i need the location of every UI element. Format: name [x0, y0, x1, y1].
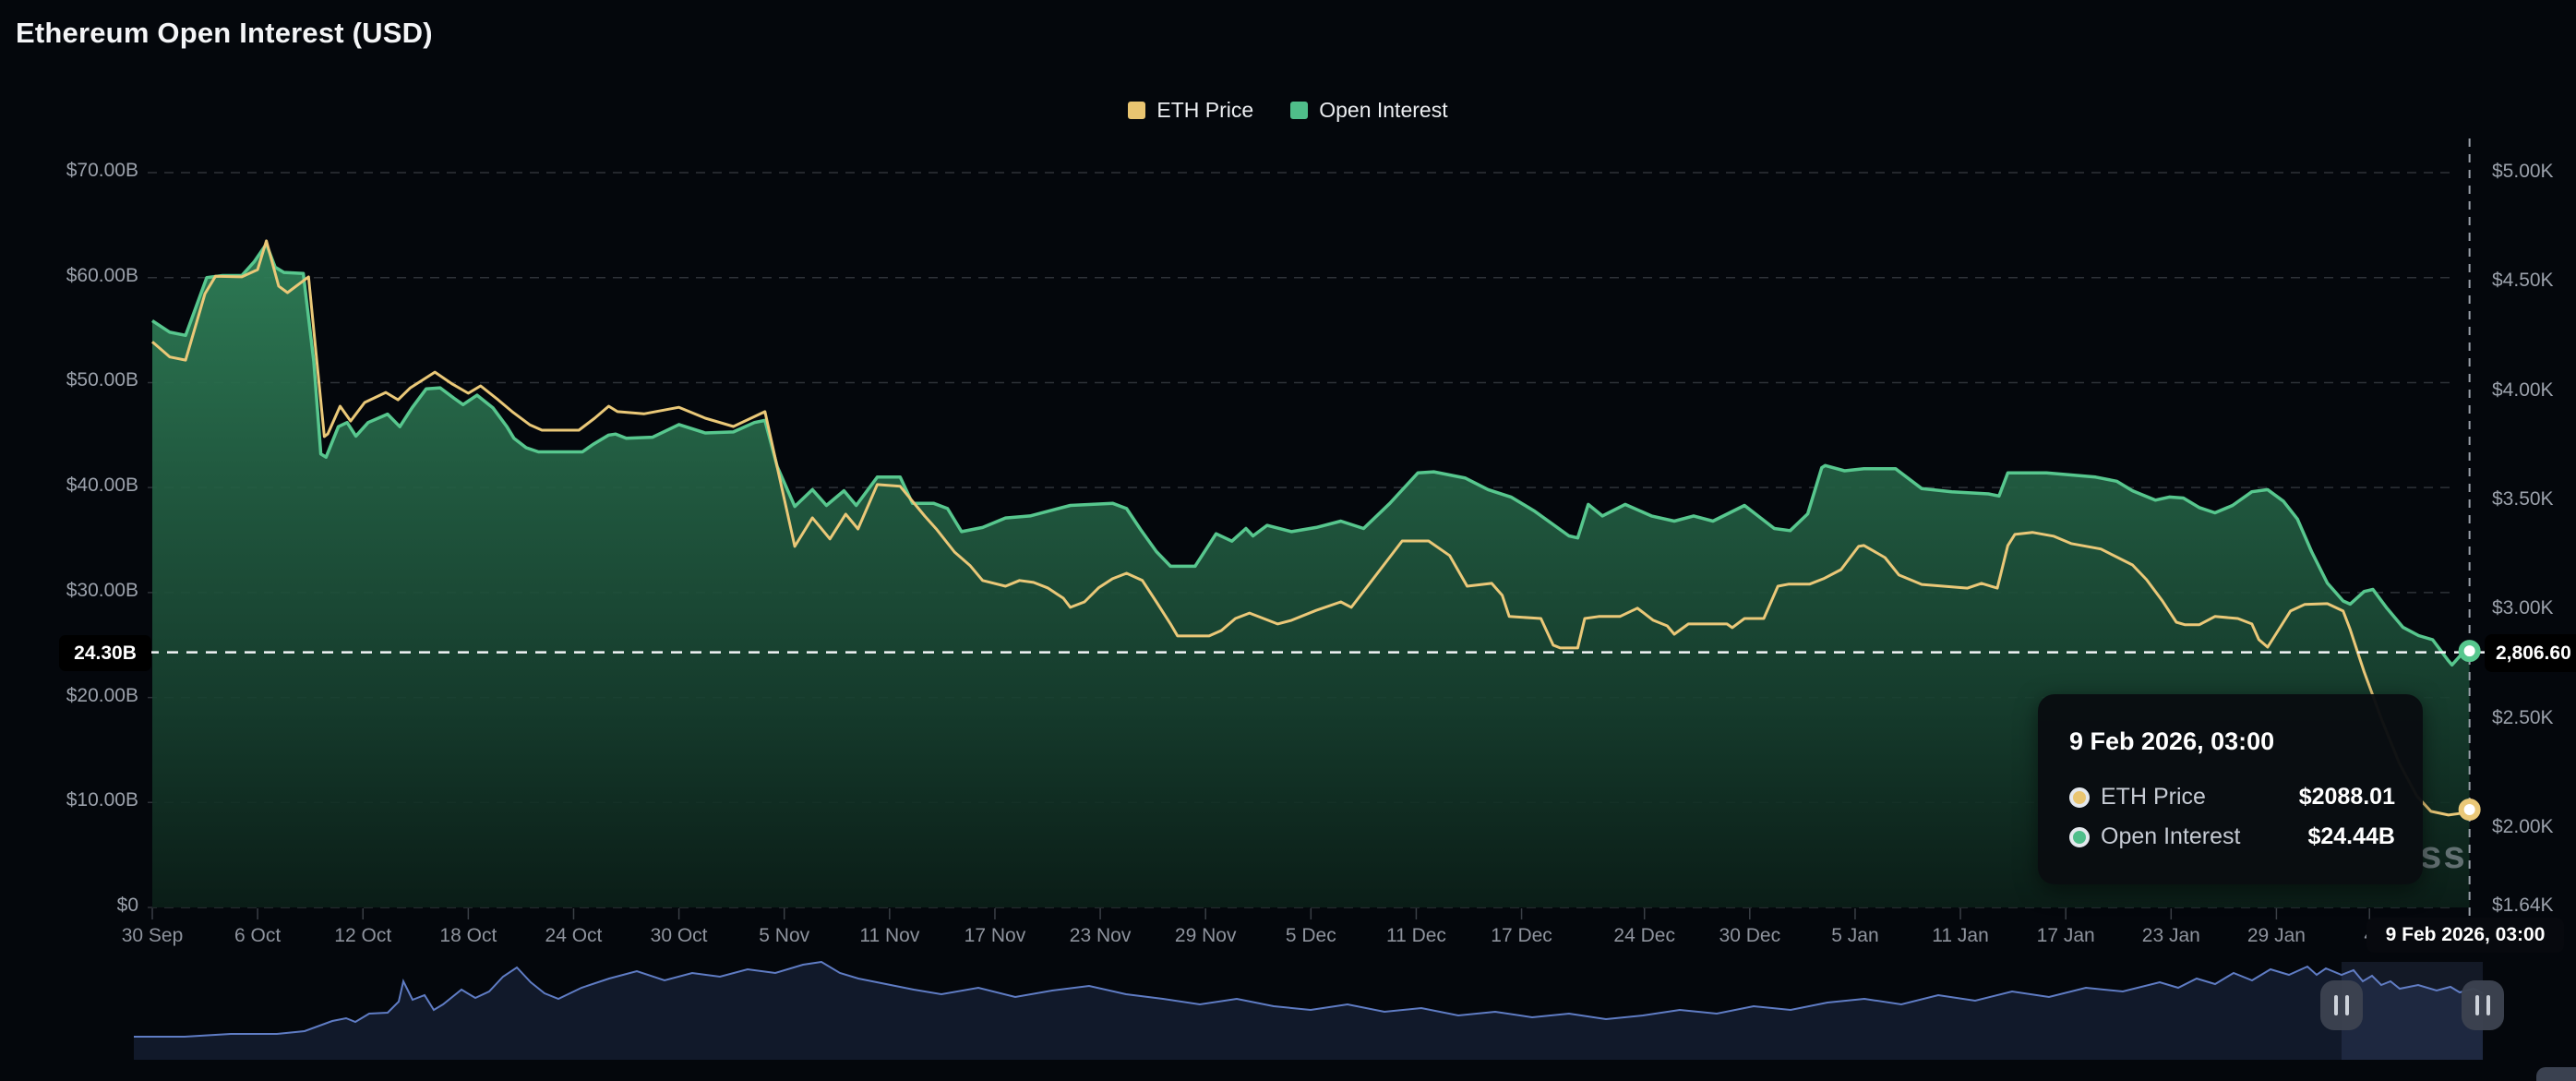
range-navigator[interactable]	[0, 960, 2576, 1081]
left-axis-tick: $20.00B	[18, 685, 138, 707]
corner-button[interactable]	[2536, 1067, 2576, 1081]
tooltip-row-open-interest: Open Interest $24.44B	[2069, 823, 2395, 850]
x-axis-tick: 17 Nov	[965, 925, 1026, 947]
watermark: ss	[2420, 833, 2467, 877]
right-axis-tick: $5.00K	[2492, 161, 2554, 183]
right-axis-tick: $3.50K	[2492, 488, 2554, 510]
tooltip-value-eth-price: $2088.01	[2299, 784, 2395, 811]
left-axis-tick: $70.00B	[18, 160, 138, 182]
x-axis-tick: 17 Jan	[2037, 925, 2095, 947]
eth-price-end-marker	[2462, 801, 2478, 818]
right-axis-tick: $4.50K	[2492, 270, 2554, 292]
tooltip-row-eth-price: ETH Price $2088.01	[2069, 784, 2395, 811]
right-axis-tick: $2.50K	[2492, 707, 2554, 729]
x-axis-tick: 5 Nov	[759, 925, 809, 947]
eth-price-dot-icon	[2069, 787, 2090, 808]
x-axis-tick: 24 Oct	[545, 925, 603, 947]
handle-grip-icon	[2345, 995, 2349, 1015]
crosshair-oi-value-badge: 24.30B	[59, 635, 151, 671]
x-axis-tick: 29 Nov	[1175, 925, 1237, 947]
navigator-left-handle[interactable]	[2320, 980, 2363, 1030]
open-interest-end-marker	[2462, 643, 2478, 659]
tooltip-date: 9 Feb 2026, 03:00	[2069, 727, 2395, 756]
x-axis-tick: 6 Oct	[234, 925, 281, 947]
left-axis-tick: $40.00B	[18, 474, 138, 497]
tooltip: 9 Feb 2026, 03:00 ETH Price $2088.01 Ope…	[2038, 694, 2423, 884]
left-axis-tick: $60.00B	[18, 265, 138, 287]
x-axis-tick: 30 Oct	[651, 925, 708, 947]
x-axis-tick: 23 Nov	[1070, 925, 1132, 947]
x-axis-tick: 23 Jan	[2142, 925, 2200, 947]
x-axis-tick: 17 Dec	[1491, 925, 1552, 947]
x-axis-tick: 30 Sep	[122, 925, 184, 947]
chart-page: Ethereum Open Interest (USD) ETH Price O…	[0, 0, 2576, 1081]
x-axis-tick: 5 Jan	[1831, 925, 1878, 947]
x-axis-tick: 5 Dec	[1286, 925, 1336, 947]
x-axis-tick: 18 Oct	[439, 925, 497, 947]
x-axis-tick: 24 Dec	[1613, 925, 1675, 947]
right-axis-tick: $1.64K	[2492, 895, 2554, 917]
crosshair-price-value-badge: 2,806.60	[2485, 634, 2576, 672]
tooltip-label-open-interest: Open Interest	[2101, 823, 2240, 850]
left-axis-tick: $50.00B	[18, 369, 138, 391]
x-axis-tick: 30 Dec	[1719, 925, 1781, 947]
tooltip-value-open-interest: $24.44B	[2307, 823, 2395, 850]
tooltip-label-eth-price: ETH Price	[2101, 784, 2206, 811]
handle-grip-icon	[2486, 995, 2490, 1015]
navigator-area	[134, 962, 2483, 1060]
left-axis-tick: $10.00B	[18, 789, 138, 811]
handle-grip-icon	[2475, 995, 2479, 1015]
right-axis-tick: $2.00K	[2492, 816, 2554, 838]
navigator-right-handle[interactable]	[2462, 980, 2504, 1030]
x-axis-tick: 29 Jan	[2247, 925, 2306, 947]
x-axis-tick: 11 Dec	[1386, 925, 1446, 947]
x-axis-tick: 11 Jan	[1932, 925, 1989, 947]
left-axis-tick: $30.00B	[18, 580, 138, 602]
x-axis-tick: 11 Nov	[859, 925, 919, 947]
open-interest-dot-icon	[2069, 827, 2090, 847]
left-axis-tick: $0	[18, 895, 138, 917]
right-axis-tick: $4.00K	[2492, 379, 2554, 402]
x-axis-tick: 12 Oct	[334, 925, 391, 947]
right-axis-tick: $3.00K	[2492, 597, 2554, 619]
crosshair-date-badge: 9 Feb 2026, 03:00	[2366, 918, 2564, 953]
handle-grip-icon	[2334, 995, 2338, 1015]
